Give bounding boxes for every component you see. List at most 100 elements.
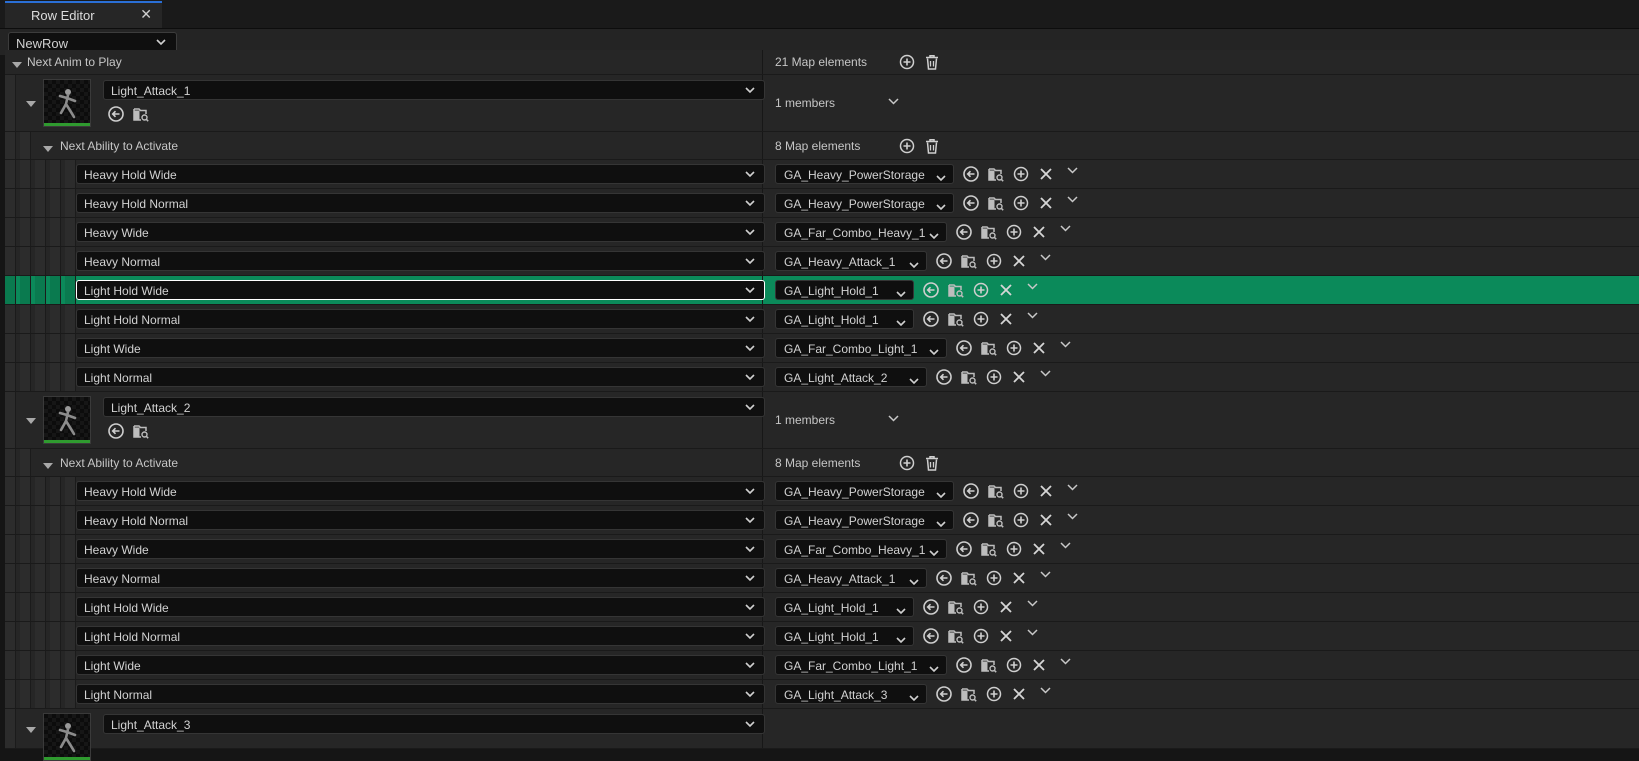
caret-down-icon[interactable] xyxy=(42,142,56,152)
caret-down-icon[interactable] xyxy=(25,97,39,107)
ability-class-picker[interactable]: GA_Light_Hold_1 xyxy=(775,309,914,329)
browse-asset-folder-icon[interactable] xyxy=(987,165,1005,183)
add-element-plus-icon[interactable] xyxy=(1005,223,1023,241)
use-selected-arrow-icon[interactable] xyxy=(955,540,973,558)
map-key-dropdown[interactable]: Heavy Hold Normal xyxy=(76,510,765,530)
map-key-dropdown[interactable]: Light Normal xyxy=(76,367,765,387)
add-element-plus-icon[interactable] xyxy=(972,598,990,616)
anim-thumbnail[interactable] xyxy=(43,713,91,761)
browse-asset-folder-icon[interactable] xyxy=(980,540,998,558)
browse-asset-folder-icon[interactable] xyxy=(987,482,1005,500)
ability-class-picker[interactable]: GA_Far_Combo_Light_1 xyxy=(775,655,947,675)
browse-asset-folder-icon[interactable] xyxy=(980,656,998,674)
trash-empty-icon[interactable] xyxy=(923,454,941,472)
add-element-plus-icon[interactable] xyxy=(1005,339,1023,357)
chevron-down-icon[interactable] xyxy=(1027,283,1045,301)
use-selected-arrow-icon[interactable] xyxy=(962,511,980,529)
close-x-icon[interactable] xyxy=(997,281,1015,299)
use-selected-arrow-icon[interactable] xyxy=(935,569,953,587)
close-x-icon[interactable] xyxy=(1010,368,1028,386)
chevron-down-icon[interactable] xyxy=(1040,571,1058,589)
map-key-dropdown[interactable]: Heavy Wide xyxy=(76,222,765,242)
caret-down-icon[interactable] xyxy=(25,723,39,733)
add-element-plus-icon[interactable] xyxy=(1012,511,1030,529)
add-element-plus-icon[interactable] xyxy=(898,137,916,155)
close-x-icon[interactable] xyxy=(1030,339,1048,357)
close-x-icon[interactable] xyxy=(1037,165,1055,183)
use-selected-arrow-icon[interactable] xyxy=(955,339,973,357)
use-selected-arrow-icon[interactable] xyxy=(107,422,125,440)
browse-asset-folder-icon[interactable] xyxy=(947,281,965,299)
use-selected-arrow-icon[interactable] xyxy=(922,281,940,299)
map-key-dropdown[interactable]: Light Hold Wide xyxy=(76,597,765,617)
chevron-down-icon[interactable] xyxy=(1027,312,1045,330)
use-selected-arrow-icon[interactable] xyxy=(955,223,973,241)
chevron-down-icon[interactable] xyxy=(1040,687,1058,705)
use-selected-arrow-icon[interactable] xyxy=(922,598,940,616)
browse-asset-folder-icon[interactable] xyxy=(980,223,998,241)
anim-asset-dropdown[interactable]: Light_Attack_3 xyxy=(103,714,765,734)
chevron-down-icon[interactable] xyxy=(1060,658,1078,676)
use-selected-arrow-icon[interactable] xyxy=(962,165,980,183)
add-element-plus-icon[interactable] xyxy=(898,53,916,71)
map-key-dropdown[interactable]: Heavy Normal xyxy=(76,568,765,588)
browse-asset-folder-icon[interactable] xyxy=(947,310,965,328)
trash-empty-icon[interactable] xyxy=(923,137,941,155)
add-element-plus-icon[interactable] xyxy=(985,685,1003,703)
chevron-down-icon[interactable] xyxy=(1067,513,1085,531)
use-selected-arrow-icon[interactable] xyxy=(955,656,973,674)
use-selected-arrow-icon[interactable] xyxy=(935,368,953,386)
close-x-icon[interactable] xyxy=(1037,482,1055,500)
map-key-dropdown[interactable]: Light Normal xyxy=(76,684,765,704)
ability-class-picker[interactable]: GA_Far_Combo_Light_1 xyxy=(775,338,947,358)
browse-asset-folder-icon[interactable] xyxy=(960,252,978,270)
chevron-down-icon[interactable] xyxy=(1067,196,1085,214)
close-x-icon[interactable] xyxy=(997,310,1015,328)
chevron-down-icon[interactable] xyxy=(888,98,906,116)
chevron-down-icon[interactable] xyxy=(1027,600,1045,618)
close-x-icon[interactable] xyxy=(1037,194,1055,212)
ability-class-picker[interactable]: GA_Light_Attack_3 xyxy=(775,684,927,704)
chevron-down-icon[interactable] xyxy=(1067,484,1085,502)
add-element-plus-icon[interactable] xyxy=(1012,482,1030,500)
map-key-dropdown[interactable]: Light Wide xyxy=(76,655,765,675)
browse-asset-folder-icon[interactable] xyxy=(987,194,1005,212)
map-key-dropdown[interactable]: Heavy Hold Normal xyxy=(76,193,765,213)
chevron-down-icon[interactable] xyxy=(888,415,906,433)
map-key-dropdown[interactable]: Heavy Hold Wide xyxy=(76,164,765,184)
ability-class-picker[interactable]: GA_Heavy_PowerStorage xyxy=(775,164,954,184)
add-element-plus-icon[interactable] xyxy=(985,252,1003,270)
close-x-icon[interactable] xyxy=(1030,540,1048,558)
use-selected-arrow-icon[interactable] xyxy=(922,627,940,645)
add-element-plus-icon[interactable] xyxy=(898,454,916,472)
chevron-down-icon[interactable] xyxy=(1040,370,1058,388)
browse-asset-folder-icon[interactable] xyxy=(132,105,150,123)
use-selected-arrow-icon[interactable] xyxy=(107,105,125,123)
map-key-dropdown[interactable]: Heavy Normal xyxy=(76,251,765,271)
use-selected-arrow-icon[interactable] xyxy=(922,310,940,328)
ability-class-picker[interactable]: GA_Heavy_PowerStorage xyxy=(775,510,954,530)
add-element-plus-icon[interactable] xyxy=(1005,656,1023,674)
map-key-dropdown[interactable]: Light Hold Normal xyxy=(76,626,765,646)
add-element-plus-icon[interactable] xyxy=(972,310,990,328)
chevron-down-icon[interactable] xyxy=(1060,542,1078,560)
use-selected-arrow-icon[interactable] xyxy=(935,252,953,270)
caret-down-icon[interactable] xyxy=(25,414,39,424)
caret-down-icon[interactable] xyxy=(42,459,56,469)
browse-asset-folder-icon[interactable] xyxy=(960,368,978,386)
close-x-icon[interactable] xyxy=(1010,252,1028,270)
caret-down-icon[interactable] xyxy=(11,58,25,68)
ability-class-picker[interactable]: GA_Light_Hold_1 xyxy=(775,597,914,617)
chevron-down-icon[interactable] xyxy=(1067,167,1085,185)
map-key-dropdown[interactable]: Light Wide xyxy=(76,338,765,358)
browse-asset-folder-icon[interactable] xyxy=(132,422,150,440)
close-x-icon[interactable] xyxy=(997,598,1015,616)
chevron-down-icon[interactable] xyxy=(1040,254,1058,272)
add-element-plus-icon[interactable] xyxy=(985,569,1003,587)
tab-close-icon[interactable]: ✕ xyxy=(140,6,152,23)
anim-asset-dropdown[interactable]: Light_Attack_1 xyxy=(103,80,765,100)
ability-class-picker[interactable]: GA_Light_Hold_1 xyxy=(775,626,914,646)
add-element-plus-icon[interactable] xyxy=(972,627,990,645)
anim-thumbnail[interactable] xyxy=(43,79,91,127)
ability-class-picker[interactable]: GA_Heavy_PowerStorage xyxy=(775,193,954,213)
